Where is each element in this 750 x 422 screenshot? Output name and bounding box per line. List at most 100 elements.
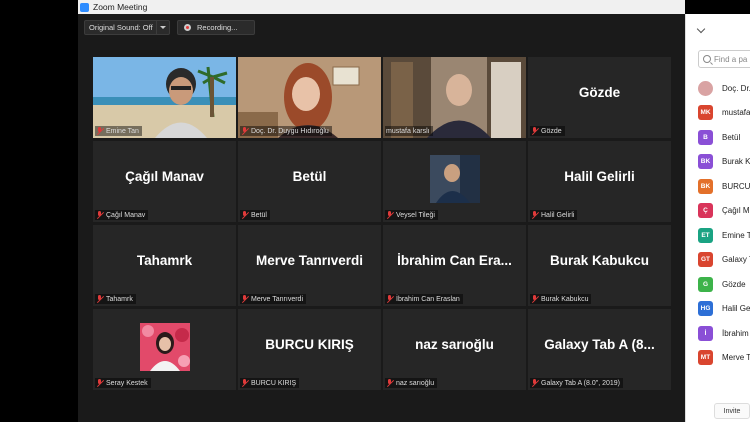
- participant-name: Burak K: [722, 157, 750, 167]
- participant-list: Doç. Dr. MK mustafa B Betül BK Burak K BK BURCU Ç…: [698, 76, 750, 370]
- muted-mic-icon: [386, 379, 393, 387]
- avatar: GT: [698, 252, 713, 268]
- avatar-tile[interactable]: Çağıl Manav Çağıl Manav: [93, 141, 236, 222]
- collapse-chevron-icon[interactable]: [696, 24, 706, 34]
- original-sound-button[interactable]: Original Sound: Off: [84, 20, 170, 35]
- participant-name: Merve T: [722, 353, 750, 363]
- participant-name-label: mustafa karslı: [385, 126, 433, 136]
- muted-mic-icon: [386, 295, 393, 303]
- participant-display-name: Halil Gelirli: [564, 169, 635, 184]
- participant-name: mustafa: [722, 108, 750, 118]
- participant-display-name: Merve Tanrıverdi: [255, 253, 364, 268]
- participant-display-name: BURCU KIRIŞ: [265, 337, 354, 352]
- participant-list-item[interactable]: B Betül: [698, 125, 750, 150]
- avatar-tile[interactable]: Veysel Tileği: [383, 141, 526, 222]
- participant-name-label: Çağıl Manav: [95, 210, 149, 220]
- participant-name-label: Galaxy Tab A (8.0", 2019): [530, 378, 624, 388]
- participant-name-label: Seray Kestek: [95, 378, 151, 388]
- participant-search-input[interactable]: Find a pa: [698, 50, 750, 68]
- participant-list-item[interactable]: GT Galaxy T: [698, 248, 750, 273]
- search-icon: [703, 55, 711, 63]
- muted-mic-icon: [531, 379, 538, 387]
- muted-mic-icon: [241, 295, 248, 303]
- participant-list-item[interactable]: HG Halil Ge: [698, 297, 750, 322]
- avatar: [698, 80, 713, 96]
- participant-name: Galaxy T: [722, 255, 750, 265]
- participant-name-label: Veysel Tileği: [385, 210, 438, 220]
- record-icon: [184, 24, 191, 31]
- avatar-tile[interactable]: Tahamrk Tahamrk: [93, 225, 236, 306]
- participant-list-item[interactable]: G Gözde: [698, 272, 750, 297]
- participant-list-item[interactable]: BK BURCU: [698, 174, 750, 199]
- muted-mic-icon: [241, 127, 248, 135]
- participant-name: Emine T: [722, 230, 750, 240]
- avatar-tile[interactable]: Halil Gelirli Halil Gelirli: [528, 141, 671, 222]
- participant-display-name: Tahamrk: [136, 253, 193, 268]
- participant-name-label: Gözde: [530, 126, 565, 136]
- avatar: BK: [698, 178, 713, 194]
- avatar-tile[interactable]: Burak Kabukcu Burak Kabukcu: [528, 225, 671, 306]
- avatar-tile[interactable]: İbrahim Can Era... İbrahim Can Eraslan: [383, 225, 526, 306]
- participant-name-label: Tahamrk: [95, 294, 136, 304]
- participant-name: İbrahim: [722, 328, 749, 338]
- avatar-tile[interactable]: BURCU KIRIŞ BURCU KIRIŞ: [238, 309, 381, 390]
- participant-name: Gözde: [722, 279, 746, 289]
- chevron-down-icon[interactable]: [156, 21, 169, 34]
- participant-list-item[interactable]: Doç. Dr.: [698, 76, 750, 101]
- recording-indicator[interactable]: Recording...: [177, 20, 255, 35]
- muted-mic-icon: [96, 379, 103, 387]
- participant-display-name: Çağıl Manav: [125, 169, 204, 184]
- participant-display-name: Gözde: [578, 85, 621, 100]
- participant-display-name: İbrahim Can Era...: [397, 253, 512, 268]
- recording-label: Recording...: [197, 23, 238, 32]
- invite-button[interactable]: Invite: [714, 403, 750, 419]
- video-tile[interactable]: Doç. Dr. Duygu Hıdıroğlu: [238, 57, 381, 138]
- participant-name-label: BURCU KIRIŞ: [240, 378, 300, 388]
- avatar-tile[interactable]: naz sarıoğlu naz sarıoğlu: [383, 309, 526, 390]
- avatar-tile[interactable]: Betül Betül: [238, 141, 381, 222]
- muted-mic-icon: [531, 295, 538, 303]
- profile-picture: [139, 323, 190, 371]
- participant-display-name: Galaxy Tab A (8...: [544, 337, 655, 352]
- window-title: Zoom Meeting: [93, 2, 148, 12]
- avatar: İ: [698, 325, 713, 341]
- participant-name-label: Betül: [240, 210, 270, 220]
- avatar: HG: [698, 301, 713, 317]
- participant-name: Halil Ge: [722, 304, 750, 314]
- muted-mic-icon: [96, 211, 103, 219]
- avatar-tile[interactable]: Galaxy Tab A (8... Galaxy Tab A (8.0", 2…: [528, 309, 671, 390]
- participant-list-item[interactable]: ET Emine T: [698, 223, 750, 248]
- search-placeholder: Find a pa: [714, 54, 748, 64]
- participant-name: Çağıl M: [722, 206, 750, 216]
- participant-name: Doç. Dr.: [722, 83, 750, 93]
- participant-name-label: Burak Kabukcu: [530, 294, 592, 304]
- video-tile[interactable]: Emine Tan: [93, 57, 236, 138]
- participant-display-name: Betül: [292, 169, 327, 184]
- profile-picture: [429, 155, 480, 203]
- muted-mic-icon: [241, 211, 248, 219]
- participant-list-item[interactable]: MT Merve T: [698, 346, 750, 371]
- muted-mic-icon: [241, 379, 248, 387]
- participant-name-label: Halil Gelirli: [530, 210, 578, 220]
- muted-mic-icon: [96, 295, 103, 303]
- window-titlebar: Zoom Meeting: [78, 0, 685, 14]
- avatar: Ç: [698, 203, 713, 219]
- meeting-gallery-view: Original Sound: Off Recording... Emine T…: [78, 14, 685, 422]
- participants-panel: Find a pa Doç. Dr. MK mustafa B Betül BK Burak…: [685, 14, 750, 422]
- video-tile-active-speaker[interactable]: mustafa karslı: [383, 57, 526, 138]
- participant-name-label: Doç. Dr. Duygu Hıdıroğlu: [240, 126, 332, 136]
- muted-mic-icon: [386, 211, 393, 219]
- original-sound-label: Original Sound: Off: [89, 23, 153, 32]
- participant-name-label: naz sarıoğlu: [385, 378, 438, 388]
- participant-display-name: Burak Kabukcu: [549, 253, 650, 268]
- participant-list-item[interactable]: İ İbrahim: [698, 321, 750, 346]
- zoom-app-icon: [80, 2, 89, 12]
- avatar-tile[interactable]: Gözde Gözde: [528, 57, 671, 138]
- participant-list-item[interactable]: BK Burak K: [698, 150, 750, 175]
- participant-display-name: naz sarıoğlu: [415, 337, 494, 352]
- participant-name: Betül: [722, 132, 741, 142]
- avatar-tile[interactable]: Merve Tanrıverdi Merve Tanrıverdi: [238, 225, 381, 306]
- participant-list-item[interactable]: Ç Çağıl M: [698, 199, 750, 224]
- avatar-tile[interactable]: Seray Kestek: [93, 309, 236, 390]
- participant-list-item[interactable]: MK mustafa: [698, 101, 750, 126]
